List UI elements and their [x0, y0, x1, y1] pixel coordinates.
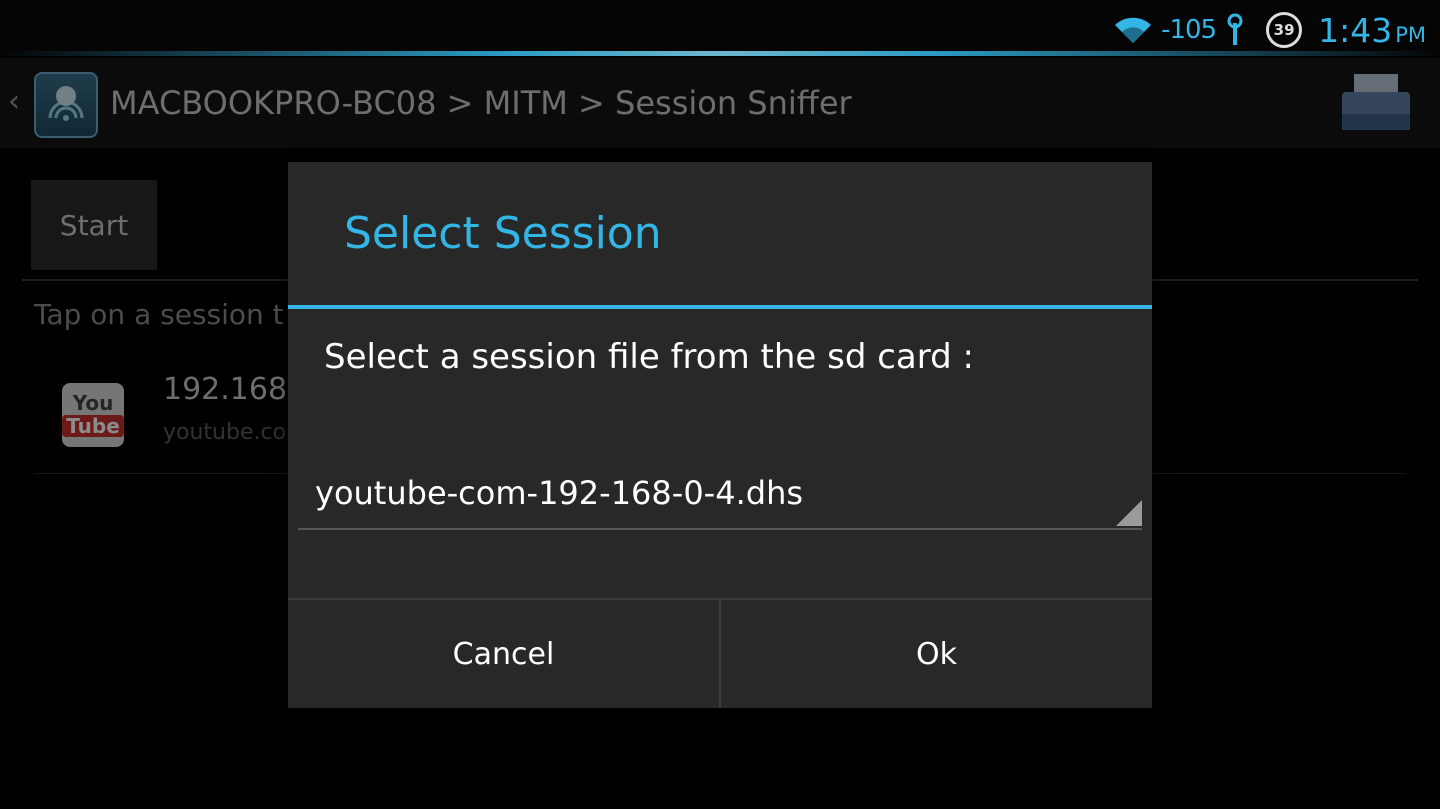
dialog-message: Select a session file from the sd card :: [324, 337, 974, 377]
clock-time: 1:43: [1318, 10, 1393, 50]
clock-ampm: PM: [1395, 22, 1426, 47]
spinner-arrow-icon: [1116, 500, 1142, 526]
ok-button[interactable]: Ok: [721, 600, 1152, 708]
cancel-button[interactable]: Cancel: [288, 600, 719, 708]
clock: 1:43 PM: [1318, 11, 1426, 50]
status-icons: -105 39 1:43 PM: [1113, 8, 1426, 52]
spinner-selected-value: youtube-com-192-168-0-4.dhs: [315, 474, 804, 512]
dialog-title-divider: [288, 305, 1152, 309]
antenna-icon: [1227, 13, 1243, 45]
notification-badge[interactable]: 39: [1266, 12, 1303, 48]
dialog-title: Select Session: [344, 208, 662, 259]
wifi-icon: [1115, 17, 1152, 43]
status-bar-glow: [0, 51, 1440, 56]
session-file-spinner[interactable]: youtube-com-192-168-0-4.dhs: [298, 462, 1142, 530]
dialog-button-bar: Cancel Ok: [288, 598, 1152, 710]
select-session-dialog: Select Session Select a session file fro…: [288, 162, 1152, 708]
signal-strength: -105: [1161, 15, 1217, 45]
status-bar: -105 39 1:43 PM: [0, 0, 1440, 56]
